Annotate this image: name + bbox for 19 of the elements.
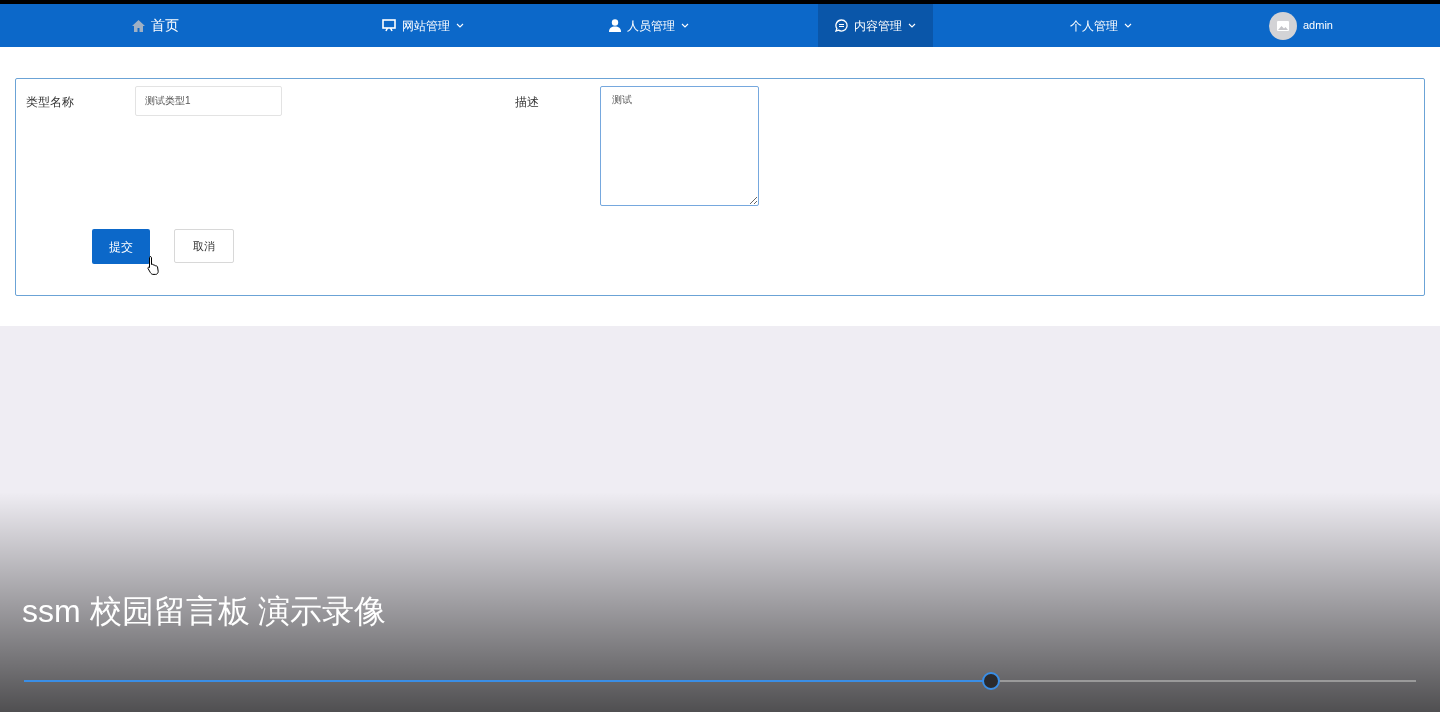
nav-menu-item[interactable]: 个人管理 (1053, 4, 1149, 47)
submit-button[interactable]: 提交 (92, 229, 150, 264)
video-title: ssm 校园留言板 演示录像 (22, 595, 387, 627)
home-icon (131, 19, 145, 32)
nav-menu-item[interactable]: 人员管理 (592, 4, 706, 47)
avatar-icon[interactable] (1269, 11, 1297, 40)
field-label: 类型名称 (26, 94, 74, 111)
nav-menu-item[interactable]: 网站管理 (365, 4, 481, 47)
nav-menu-item[interactable]: 内容管理 (817, 4, 933, 47)
description-textarea[interactable]: 测试 (600, 86, 759, 206)
cancel-button[interactable]: 取消 (174, 229, 234, 263)
field-label: 描述 (515, 94, 539, 111)
monitor-icon (382, 19, 396, 32)
user-icon (609, 19, 621, 32)
username-label[interactable]: admin (1303, 17, 1333, 34)
chat-icon (834, 19, 848, 32)
type-name-input[interactable]: 测试类型1 (135, 86, 282, 116)
nav-menu-item[interactable]: 首页 (114, 4, 196, 47)
pointer-cursor-icon (147, 255, 160, 275)
